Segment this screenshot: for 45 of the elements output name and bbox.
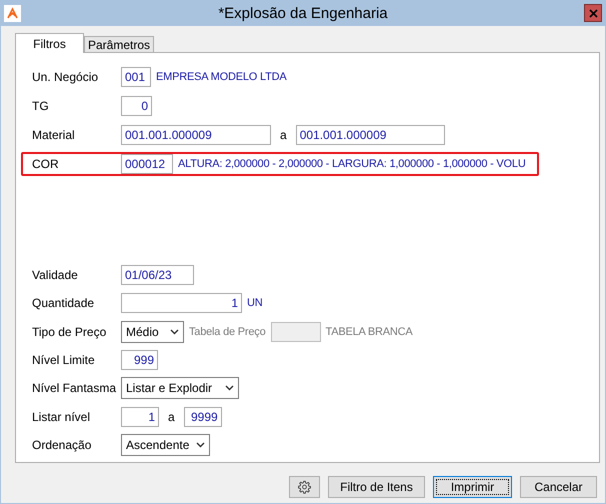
input-field[interactable]: 01/06/23	[121, 265, 194, 286]
input-field[interactable]: 001.001.000009	[121, 124, 271, 144]
range-separator: a	[168, 410, 175, 424]
tab[interactable]: Parâmetros	[84, 36, 154, 52]
input-field[interactable]: 9999	[184, 406, 222, 427]
settings-button[interactable]	[289, 476, 320, 498]
field-label: Material	[32, 128, 76, 142]
input-field[interactable]: 1	[121, 293, 242, 314]
field-label: Un. Negócio	[32, 70, 100, 84]
input-field[interactable]: 999	[121, 350, 158, 370]
disabled-text: TABELA BRANCA	[326, 326, 413, 338]
description-text: ALTURA: 2,000000 - 2,000000 - LARGURA: 1,000000 - 1,000000 - VOLU	[178, 158, 526, 170]
range-separator: a	[280, 128, 287, 142]
tab[interactable]: Filtros	[15, 33, 84, 53]
field-label: TG	[32, 98, 50, 112]
input-field[interactable]: 1	[121, 406, 159, 427]
dropdown[interactable]: Ascendente	[121, 434, 210, 456]
field-label: Listar nível	[32, 410, 92, 424]
chevron-down-icon	[196, 442, 205, 448]
input-field[interactable]: 001	[121, 66, 151, 86]
field-label: COR	[32, 156, 60, 170]
input-field[interactable]: 001.001.000009	[296, 124, 445, 144]
field-label: Nível Fantasma	[32, 381, 116, 396]
field-label: Quantidade	[32, 296, 96, 310]
field-label: Validade	[32, 268, 79, 282]
description-text: UN	[247, 297, 262, 310]
action-button[interactable]: Cancelar	[520, 476, 597, 498]
field-label: Tipo de Preço	[32, 324, 108, 339]
action-button[interactable]: Imprimir	[433, 476, 512, 498]
input-field[interactable]: 000012	[121, 154, 173, 174]
close-button[interactable]	[584, 4, 602, 22]
field-label: Ordenação	[32, 438, 92, 452]
disabled-text: Tabela de Preço	[189, 326, 266, 338]
close-icon	[588, 8, 598, 18]
action-button[interactable]: Filtro de Itens	[328, 476, 425, 498]
window-title: *Explosão da Engenharia	[217, 5, 389, 22]
chevron-down-icon	[170, 328, 179, 335]
dropdown[interactable]: Listar e Explodir	[121, 377, 239, 400]
input-field[interactable]: 0	[121, 96, 152, 116]
dropdown[interactable]: Médio	[121, 320, 184, 343]
description-text: EMPRESA MODELO LTDA	[156, 70, 286, 82]
settings-icon	[298, 480, 311, 494]
field-label: Nível Limite	[32, 352, 96, 367]
app-icon	[4, 5, 21, 22]
chevron-down-icon	[225, 385, 234, 392]
